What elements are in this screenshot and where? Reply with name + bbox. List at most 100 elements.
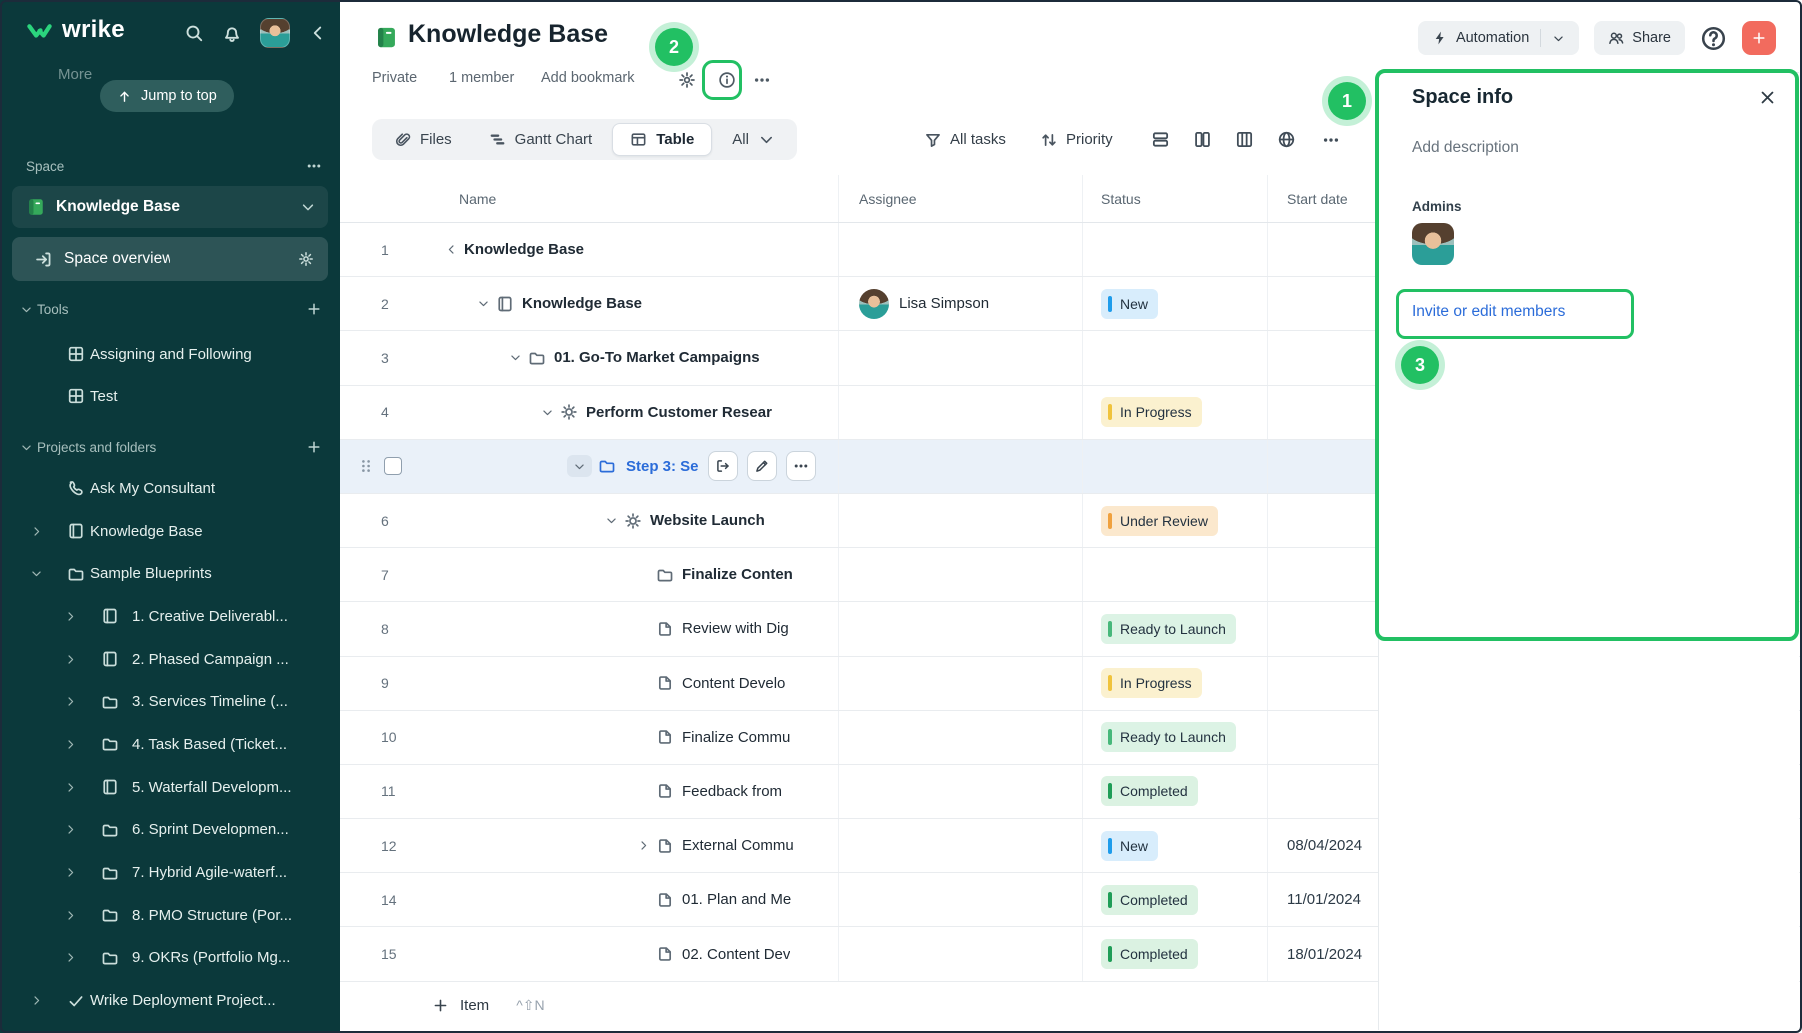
gear-icon[interactable] [678,71,696,89]
status-badge[interactable]: Completed [1101,776,1198,806]
columns-view-icon[interactable] [1186,124,1218,156]
create-button[interactable] [1742,21,1776,55]
add-project-icon[interactable] [306,439,322,455]
more-options-icon[interactable] [753,71,771,89]
sidebar-item-more[interactable]: More [58,66,92,83]
tab-gantt-chart[interactable]: Gantt Chart [472,123,610,156]
sidebar-item-project[interactable]: 5. Waterfall Developm... [0,766,340,809]
sidebar-item-tool[interactable]: Test [0,375,340,417]
column-header-assignee[interactable]: Assignee [838,175,1082,222]
row-checkbox[interactable] [384,457,402,475]
info-icon[interactable] [718,71,736,89]
chevron-slot[interactable] [471,293,496,315]
chevron-down-icon[interactable] [477,297,490,310]
tab-files[interactable]: Files [377,123,469,156]
chevron-left-icon[interactable] [445,243,458,256]
tools-section-header[interactable]: Tools [0,295,340,323]
add-bookmark-link[interactable]: Add bookmark [541,70,635,86]
selected-item-link[interactable]: Step 3: Se [626,458,699,475]
item-name-cell[interactable]: Finalize Conten [415,548,838,601]
search-icon[interactable] [184,23,204,43]
tab-table[interactable]: Table [612,123,712,156]
chevron-right-icon[interactable] [637,839,650,852]
gear-icon[interactable] [298,251,314,267]
chevron-down-icon[interactable] [30,567,43,580]
globe-icon[interactable] [1270,124,1302,156]
chevron-right-icon[interactable] [64,781,77,794]
sidebar-item-project[interactable]: 8. PMO Structure (Por... [0,894,340,937]
chevron-down-icon[interactable] [509,351,522,364]
sidebar-item-project[interactable]: 6. Sprint Developmen... [0,809,340,852]
chevron-down-icon[interactable] [20,441,33,454]
wrike-logo[interactable]: wrike [26,16,125,44]
status-badge[interactable]: New [1101,289,1158,319]
sidebar-item-project[interactable]: 2. Phased Campaign ... [0,638,340,681]
sidebar-item-project[interactable]: 4. Task Based (Ticket... [0,723,340,766]
item-name-cell[interactable]: Perform Customer Resear [415,386,838,439]
chevron-right-icon[interactable] [30,994,43,1007]
item-name-cell[interactable]: 01. Go-To Market Campaigns [415,331,838,384]
column-header-name[interactable]: Name [415,175,838,222]
sidebar-item-project[interactable]: 1. Creative Deliverabl... [0,595,340,638]
chevron-slot[interactable] [567,455,592,477]
item-name-cell[interactable]: Finalize Commu [415,711,838,764]
chevron-down-icon[interactable] [573,460,586,473]
item-name-cell[interactable]: External Commu [415,819,838,872]
swimlane-view-icon[interactable] [1228,124,1260,156]
share-button[interactable]: Share [1594,21,1685,55]
chevron-right-icon[interactable] [30,525,43,538]
status-badge[interactable]: Ready to Launch [1101,722,1236,752]
space-options-icon[interactable] [306,158,322,174]
chevron-down-icon[interactable] [1552,32,1565,45]
item-name-cell[interactable]: 01. Plan and Me [415,873,838,926]
item-name-cell[interactable]: Knowledge Base [415,277,838,330]
item-name-cell[interactable]: Feedback from [415,765,838,818]
chevron-right-icon[interactable] [64,866,77,879]
sidebar-item-project[interactable]: Sample Blueprints [0,552,340,595]
sidebar-item-project[interactable]: Knowledge Base [0,510,340,553]
sidebar-item-space-overview[interactable]: Space overview [12,237,328,281]
chevron-right-icon[interactable] [64,695,77,708]
add-tool-icon[interactable] [306,301,322,317]
open-item-button[interactable] [708,451,738,481]
chevron-right-icon[interactable] [64,909,77,922]
chevron-right-icon[interactable] [64,951,77,964]
more-button[interactable] [786,451,816,481]
item-name-cell[interactable]: Content Develo [415,657,838,710]
status-badge[interactable]: In Progress [1101,397,1202,427]
item-name-cell[interactable]: Step 3: Se [415,440,838,493]
status-badge[interactable]: Completed [1101,939,1198,969]
chevron-down-icon[interactable] [541,406,554,419]
automation-button[interactable]: Automation [1418,21,1579,55]
help-icon[interactable] [1700,25,1727,52]
sidebar-item-project[interactable]: 9. OKRs (Portfolio Mg... [0,937,340,980]
column-header-status[interactable]: Status [1082,175,1267,222]
sidebar-item-project[interactable]: Wrike Deployment Project... [0,979,340,1022]
collapse-sidebar-icon[interactable] [308,23,328,43]
chevron-slot[interactable] [535,401,560,423]
notifications-icon[interactable] [222,23,242,43]
chevron-slot[interactable] [503,347,528,369]
sidebar-item-project[interactable]: 7. Hybrid Agile-waterf... [0,851,340,894]
space-selector[interactable]: Knowledge Base [12,186,328,228]
add-description-field[interactable]: Add description [1412,139,1519,157]
close-icon[interactable] [1758,88,1777,107]
members-count[interactable]: 1 member [449,70,514,86]
admin-avatar[interactable] [1412,223,1454,265]
privacy-label[interactable]: Private [372,70,417,86]
filter-button[interactable]: All tasks [924,119,1006,160]
sidebar-item-project[interactable]: Ask My Consultant [0,467,340,510]
view-scope-dropdown[interactable]: All [715,123,792,156]
status-badge[interactable]: New [1101,831,1158,861]
item-name-cell[interactable]: Review with Dig [415,602,838,655]
drag-handle-icon[interactable] [358,457,374,475]
chevron-down-icon[interactable] [300,199,316,215]
chevron-right-icon[interactable] [64,610,77,623]
chevron-down-icon[interactable] [605,514,618,527]
chevron-right-icon[interactable] [64,823,77,836]
chevron-slot[interactable] [599,510,624,532]
projects-section-header[interactable]: Projects and folders [0,433,340,461]
sidebar-item-tool[interactable]: Assigning and Following [0,333,340,375]
chevron-right-icon[interactable] [64,653,77,666]
status-badge[interactable]: Ready to Launch [1101,614,1236,644]
